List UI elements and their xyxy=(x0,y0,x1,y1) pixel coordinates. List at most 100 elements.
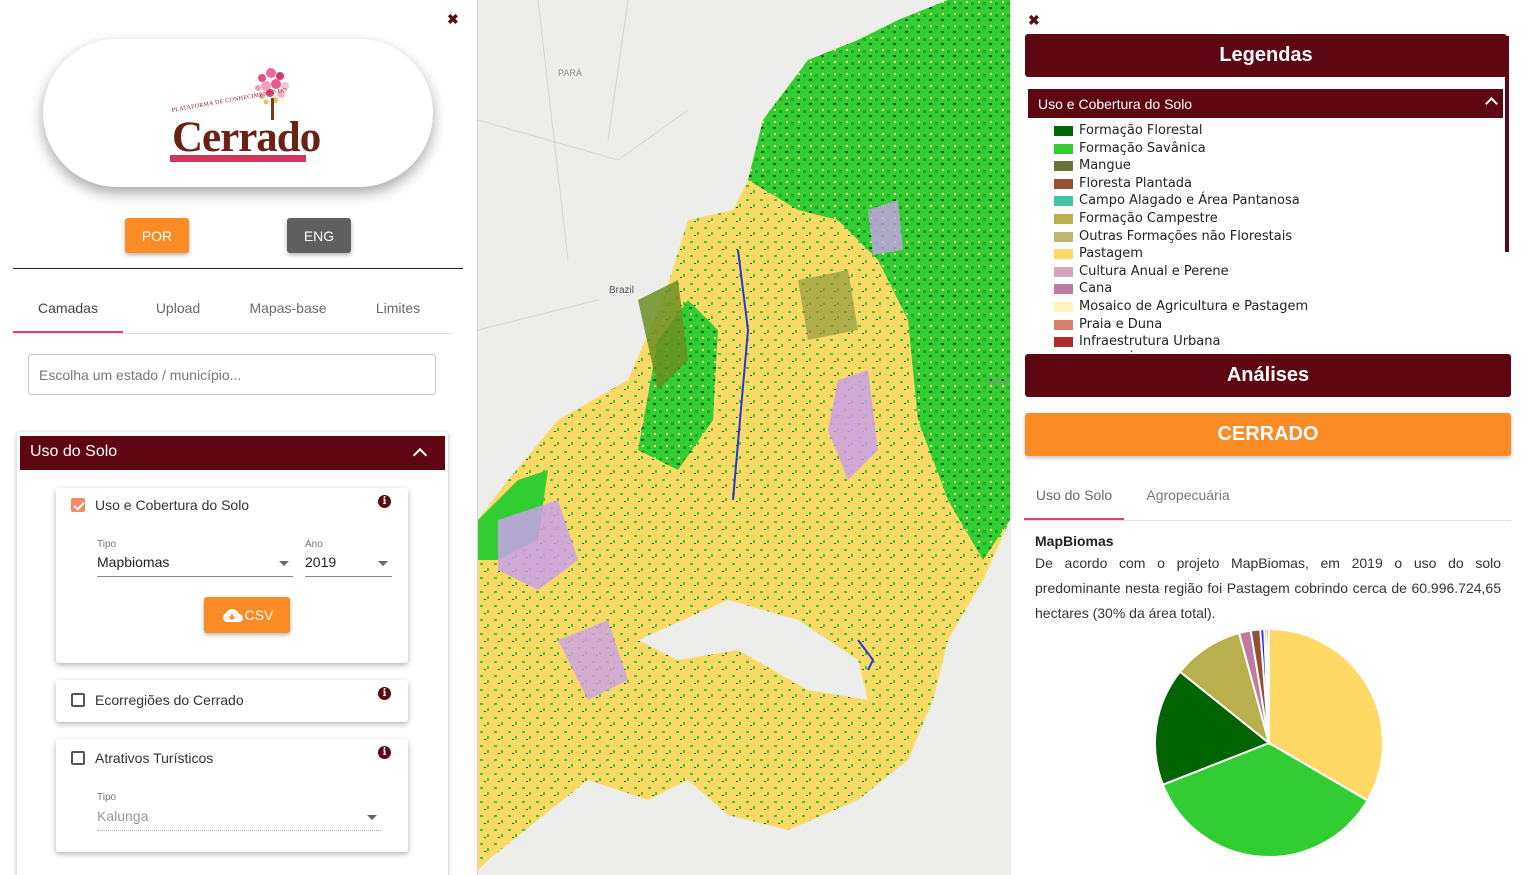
info-icon[interactable]: i xyxy=(378,746,391,759)
legend-label: Mangue xyxy=(1079,158,1131,174)
logo-card: PLATAFORMA DE CONHECIMENTO DO Cerrado xyxy=(43,39,433,187)
legend-label: Praia e Duna xyxy=(1079,316,1163,332)
legend-swatch xyxy=(1054,249,1073,260)
search-input[interactable] xyxy=(28,354,436,395)
language-eng-button[interactable]: ENG xyxy=(287,218,351,253)
dropdown-arrow-icon xyxy=(279,561,289,566)
tab-upload[interactable]: Upload xyxy=(123,287,233,331)
legend-swatch xyxy=(1054,284,1073,295)
legend-label: Mosaico de Agricultura e Pastagem xyxy=(1079,298,1309,314)
legend-swatch xyxy=(1054,178,1073,189)
region-cerrado-button[interactable]: CERRADO xyxy=(1025,413,1511,456)
legend-item: Floresta Plantada xyxy=(1054,176,1494,194)
legend-label: Formação Florestal xyxy=(1079,123,1203,138)
tab-agropecuaria[interactable]: Agropecuária xyxy=(1136,474,1240,518)
legend-label: Campo Alagado e Área Pantanosa xyxy=(1079,193,1300,209)
legend-label: Pastagem xyxy=(1079,246,1143,262)
analysis-title: MapBiomas xyxy=(1035,533,1114,549)
map-label-bahia: BAHIA xyxy=(988,377,1010,387)
language-por-button[interactable]: POR xyxy=(125,218,189,253)
tab-limites[interactable]: Limites xyxy=(343,287,453,331)
legend-item: Outras Áreas não Vegetadas xyxy=(1054,352,1494,353)
ano-select[interactable]: 2019 xyxy=(305,554,392,577)
tipo-label: Tipo xyxy=(97,792,117,803)
ano-value: 2019 xyxy=(305,554,337,570)
legend-label: Cultura Anual e Perene xyxy=(1079,263,1229,279)
right-sidebar: ✖ Legendas Uso e Cobertura do Solo Forma… xyxy=(1011,0,1531,875)
legend-section-title: Uso e Cobertura do Solo xyxy=(1038,96,1193,112)
land-cover-map xyxy=(478,0,1010,870)
legend-swatch xyxy=(1054,337,1073,348)
legend-label: Formação Savânica xyxy=(1079,140,1206,156)
legend-swatch xyxy=(1054,301,1073,312)
layer-checkbox-atrativos[interactable] xyxy=(71,751,85,765)
analysis-tabs: Uso do Solo Agropecuária xyxy=(1024,474,1511,521)
uso-do-solo-header[interactable]: Uso do Solo xyxy=(20,436,445,470)
legend-item: Mosaico de Agricultura e Pastagem xyxy=(1054,299,1494,317)
legend-swatch xyxy=(1054,231,1073,242)
info-icon[interactable]: i xyxy=(378,687,391,700)
layer-title: Uso e Cobertura do Solo xyxy=(95,497,250,513)
legend-item: Campo Alagado e Área Pantanosa xyxy=(1054,193,1494,211)
legend-swatch xyxy=(1054,266,1073,277)
legend-item: Cana xyxy=(1054,281,1494,299)
legend-swatch xyxy=(1054,143,1073,154)
tab-uso-do-solo[interactable]: Uso do Solo xyxy=(1024,474,1124,520)
map-label-brazil: Brazil xyxy=(609,285,635,296)
legend-scrollbar[interactable] xyxy=(1505,36,1509,252)
analyses-header: Análises xyxy=(1025,354,1511,397)
map-label-para: PARÁ xyxy=(558,68,582,78)
ano-label: Ano xyxy=(305,539,323,550)
tipo-value: Kalunga xyxy=(97,808,149,824)
close-right-panel-icon[interactable]: ✖ xyxy=(1028,13,1040,27)
close-left-panel-icon[interactable]: ✖ xyxy=(447,12,459,26)
legend-item: Outras Formações não Florestais xyxy=(1054,229,1494,247)
legend-label: Outras Áreas não Vegetadas xyxy=(1079,352,1264,353)
tipo-select[interactable]: Mapbiomas xyxy=(97,554,293,577)
legend-label: Formação Campestre xyxy=(1079,210,1218,226)
legend-label: Floresta Plantada xyxy=(1079,175,1193,191)
section-title: Uso do Solo xyxy=(30,443,118,460)
layer-card-atrativos: Atrativos Turísticos i Tipo Kalunga xyxy=(56,739,408,852)
legend-label: Cana xyxy=(1079,281,1113,297)
uso-do-solo-panel: Uso do Solo Uso e Cobertura do Solo i Ti… xyxy=(17,432,448,875)
tipo-value: Mapbiomas xyxy=(97,554,170,570)
legend-item: Infraestrutura Urbana xyxy=(1054,334,1494,352)
layer-checkbox-ecorregioes[interactable] xyxy=(71,693,85,707)
layer-title: Atrativos Turísticos xyxy=(95,750,214,766)
legend-label: Infraestrutura Urbana xyxy=(1079,334,1221,350)
legend-swatch xyxy=(1054,213,1073,224)
legend-item: Praia e Duna xyxy=(1054,317,1494,335)
dropdown-arrow-icon xyxy=(367,815,377,820)
legend-item: Mangue xyxy=(1054,158,1494,176)
left-sidebar: ✖ PLATAFORMA DE CONHECIMENTO DO Cerrado … xyxy=(0,0,478,875)
legend-item: Formação Savânica xyxy=(1054,141,1494,159)
chevron-up-icon[interactable] xyxy=(1485,97,1498,110)
legend-swatch xyxy=(1054,319,1073,330)
tipo-label: Tipo xyxy=(97,539,117,550)
layer-checkbox-uso-cobertura[interactable] xyxy=(71,498,85,512)
dropdown-arrow-icon xyxy=(378,561,388,566)
legend-swatch xyxy=(1054,126,1073,136)
land-use-pie-chart xyxy=(1154,627,1384,858)
tab-camadas[interactable]: Camadas xyxy=(13,287,123,333)
map-canvas[interactable]: Brazil PARÁ BAHIA xyxy=(478,0,1010,875)
legend-item: Formação Campestre xyxy=(1054,211,1494,229)
legend-swatch xyxy=(1054,161,1073,172)
logo-underline xyxy=(170,155,306,162)
legend-item: Formação Florestal xyxy=(1054,123,1494,141)
info-icon[interactable]: i xyxy=(378,495,391,508)
layer-card-ecorregioes: Ecorregiões do Cerrado i xyxy=(56,680,408,722)
csv-label: CSV xyxy=(244,607,274,623)
legend-header: Legendas xyxy=(1025,34,1507,77)
legend-swatch xyxy=(1054,196,1073,207)
atrativos-tipo-select[interactable]: Kalunga xyxy=(97,808,381,831)
legend-label: Outras Formações não Florestais xyxy=(1079,228,1293,244)
divider xyxy=(13,268,463,269)
legend-section-header[interactable]: Uso e Cobertura do Solo xyxy=(1028,89,1503,118)
layer-card-uso-cobertura: Uso e Cobertura do Solo i Tipo Mapbiomas… xyxy=(56,488,408,663)
tab-mapas-base[interactable]: Mapas-base xyxy=(233,287,343,331)
layer-title: Ecorregiões do Cerrado xyxy=(95,692,244,708)
chevron-up-icon[interactable] xyxy=(412,447,428,463)
csv-download-button[interactable]: CSV xyxy=(204,597,290,633)
